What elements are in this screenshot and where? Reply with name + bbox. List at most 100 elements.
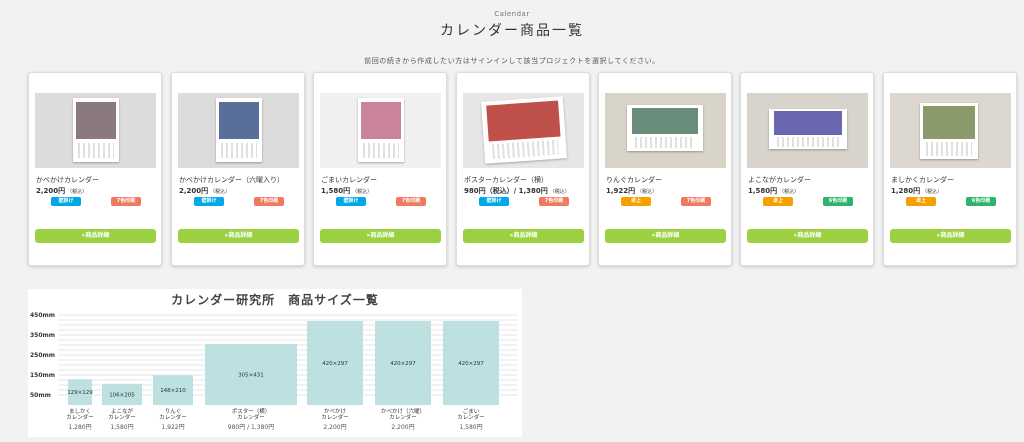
x-category-label: かべかけ（六曜）	[381, 407, 425, 415]
product-card[interactable]: ましかくカレンダー 1,280円 （税込） 卓上 6色印刷 »商品詳細	[883, 72, 1017, 266]
product-detail-button[interactable]: »商品詳細	[747, 229, 868, 243]
calendar-illustration	[480, 96, 568, 164]
bar-size-label: 106×205	[109, 392, 135, 398]
type-badge: 壁掛け	[194, 197, 224, 206]
tax-label: （税込）	[922, 189, 943, 195]
x-category-price: 1,580円	[110, 424, 133, 431]
x-category-label: ましかく	[69, 408, 91, 415]
calendar-illustration	[627, 105, 703, 151]
tax-label: （税込）	[549, 189, 570, 195]
calendar-grid	[220, 142, 258, 159]
calendar-photo	[773, 111, 843, 135]
calendar-illustration	[358, 98, 404, 162]
product-card[interactable]: ごまいカレンダー 1,580円 （税込） 壁掛け 7色印刷 »商品詳細	[313, 72, 447, 266]
product-detail-button[interactable]: »商品詳細	[320, 229, 441, 243]
product-name: よこながカレンダー	[748, 176, 811, 184]
product-card[interactable]: ポスターカレンダー（横） 980円（税込）/ 1,380円 （税込） 壁掛け 7色印刷»…	[456, 72, 590, 266]
product-card[interactable]: りんぐカレンダー 1,922円 （税込） 卓上 7色印刷 »商品詳細	[598, 72, 732, 266]
type-badge: 壁掛け	[479, 197, 509, 206]
page-header: Calendar カレンダー商品一覧 前回の続きから作成したい方はサインインして…	[0, 0, 1024, 66]
product-detail-button[interactable]: »商品詳細	[463, 229, 584, 243]
calendar-photo	[923, 106, 975, 139]
calendar-illustration	[769, 109, 847, 149]
price-value: 2,200円	[36, 187, 66, 195]
product-price: 2,200円 （税込）	[179, 186, 230, 196]
calendar-grid	[925, 142, 973, 156]
bar-size-label: 420×297	[390, 361, 416, 367]
product-image	[890, 93, 1011, 168]
type-badge: 壁掛け	[336, 197, 366, 206]
page-subtitle: Calendar	[494, 10, 530, 18]
tax-label: （税込）	[67, 189, 88, 195]
x-category-label: カレンダー	[66, 413, 94, 421]
x-category-price: 2,200円	[323, 424, 346, 431]
signin-note: 前回の続きから作成したい方はサインインして該当プロジェクトを選択してください。	[364, 57, 660, 65]
print-badge: 7色印刷	[254, 197, 284, 206]
product-detail-button[interactable]: »商品詳細	[178, 229, 299, 243]
x-category-label: かべかけ	[324, 408, 347, 415]
size-chart: カレンダー研究所 商品サイズ一覧 50mm 150mm 250mm 350mm 450m…	[28, 289, 522, 437]
x-category-price: 2,200円	[391, 424, 414, 431]
product-detail-button[interactable]: »商品詳細	[605, 229, 726, 243]
product-name: りんぐカレンダー	[606, 176, 662, 184]
product-image	[320, 93, 441, 168]
x-category-label: カレンダー	[237, 413, 265, 421]
y-tick-label: 250mm	[30, 352, 55, 359]
product-price: 980円（税込）/ 1,380円 （税込）	[464, 186, 570, 196]
product-card[interactable]: かべかけカレンダー 2,200円 （税込） 壁掛け 7色印刷 »商品詳細	[28, 72, 162, 266]
price-value: 1,580円	[321, 187, 351, 195]
page-title: カレンダー商品一覧	[440, 23, 584, 39]
x-category-label: カレンダー	[108, 413, 136, 421]
calendar-illustration	[73, 98, 119, 162]
calendar-grid	[492, 140, 559, 160]
product-detail-button[interactable]: »商品詳細	[35, 229, 156, 243]
type-badge: 卓上	[621, 197, 651, 206]
x-category-label: よこなが	[111, 407, 134, 415]
tax-label: （税込）	[637, 189, 658, 195]
product-name: かべかけカレンダー（六曜入り）	[179, 176, 284, 184]
product-card[interactable]: かべかけカレンダー（六曜入り） 2,200円 （税込） 壁掛け 7色印刷 »商品詳細	[171, 72, 305, 266]
x-category-label: りんぐ	[165, 408, 182, 415]
y-tick-label: 50mm	[30, 392, 51, 399]
calendar-grid	[77, 142, 115, 159]
price-value: 1,922円	[606, 187, 636, 195]
product-name: ポスターカレンダー（横）	[464, 176, 548, 184]
y-tick-label: 350mm	[30, 332, 55, 339]
product-card[interactable]: よこながカレンダー 1,580円 （税込） 卓上 6色印刷 »商品詳細	[740, 72, 874, 266]
calendar-grid	[776, 137, 840, 147]
product-detail-button[interactable]: »商品詳細	[890, 229, 1011, 243]
product-name: ごまいカレンダー	[321, 176, 377, 184]
print-badge: 6色印刷	[966, 197, 996, 206]
product-image	[747, 93, 868, 168]
product-image	[605, 93, 726, 168]
bar-size-label: 305×431	[238, 373, 264, 379]
x-category-label: ポスター（横）	[232, 407, 271, 415]
calendar-grid	[362, 142, 400, 159]
calendar-illustration	[920, 103, 978, 159]
bar-size-label: 148×210	[160, 388, 186, 394]
product-name: かべかけカレンダー	[36, 176, 99, 184]
print-badge: 7色印刷	[681, 197, 711, 206]
price-value: 1,280円	[891, 187, 921, 195]
product-name: ましかくカレンダー	[891, 176, 954, 184]
chart-svg: 50mm 150mm 250mm 350mm 450mm 129×129 ましかくカレンダー…	[30, 312, 518, 431]
calendar-photo	[75, 101, 117, 139]
print-badge: 7色印刷	[111, 197, 141, 206]
price-value: 980円（税込）/ 1,380円	[464, 187, 548, 195]
print-badge: 7色印刷	[539, 197, 569, 206]
product-price: 2,200円 （税込）	[36, 186, 87, 196]
tax-label: （税込）	[352, 189, 373, 195]
tax-label: （税込）	[210, 189, 231, 195]
product-price: 1,580円 （税込）	[748, 186, 799, 196]
x-category-label: カレンダー	[159, 413, 187, 421]
product-price: 1,922円 （税込）	[606, 186, 657, 196]
x-category-price: 1,922円	[161, 424, 184, 431]
bar-size-label: 129×129	[67, 390, 93, 396]
type-badge: 卓上	[763, 197, 793, 206]
bar-size-label: 420×297	[458, 361, 484, 367]
type-badge: 卓上	[906, 197, 936, 206]
product-price: 1,580円 （税込）	[321, 186, 372, 196]
product-price: 1,280円 （税込）	[891, 186, 942, 196]
print-badge: 6色印刷	[823, 197, 853, 206]
calendar-illustration	[216, 98, 262, 162]
